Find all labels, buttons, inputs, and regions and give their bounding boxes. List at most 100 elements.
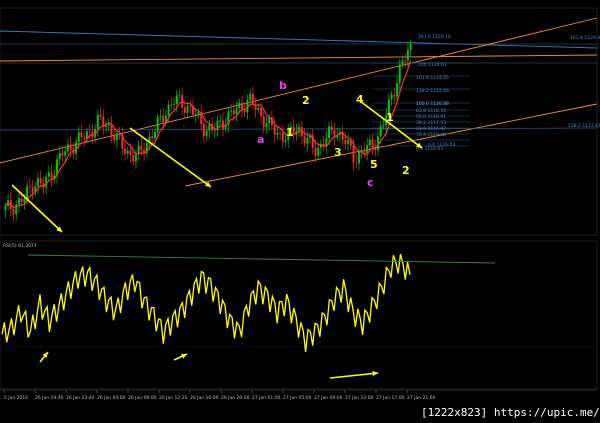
candle-body (257, 107, 260, 110)
candle-body (170, 104, 173, 106)
candle-body (99, 114, 102, 117)
candle-body (194, 114, 197, 115)
candle-body (173, 104, 175, 105)
candle-body (396, 83, 398, 97)
candle-body (243, 110, 246, 113)
candle-body (393, 94, 396, 97)
candle-body (366, 145, 369, 153)
candle-body (344, 139, 347, 144)
candle-body (379, 126, 382, 137)
candle-body (28, 186, 31, 188)
candle-body (230, 110, 233, 112)
candle-body (178, 94, 181, 96)
candle-body (124, 148, 126, 154)
fib-label-lower: 138.2 1127.61 (568, 123, 600, 129)
candle-body (358, 151, 360, 164)
wave-label-green: 5 (370, 158, 378, 171)
candle-body (77, 132, 80, 142)
candle-body (409, 44, 412, 51)
wave-label-green: 2 (302, 94, 310, 107)
fib-label-lower: 50.0 1118.01 (416, 114, 446, 120)
time-tick-label: 27 Jan 21:00 (407, 395, 436, 401)
time-tick-label: 27 Jan 05:00 (283, 395, 312, 401)
rsi-panel (0, 240, 598, 390)
candle-body (156, 117, 159, 132)
fib-label-lower: 100.0 1120.38 (416, 101, 449, 107)
candle-body (279, 132, 282, 134)
candle-body (175, 95, 178, 105)
candle-body (88, 131, 91, 133)
time-tick-label: 26 Jan 19:40 (35, 395, 64, 401)
candle-body (371, 139, 374, 148)
candle-body (232, 110, 235, 115)
candle-body (132, 155, 135, 162)
fib-label-upper: 200 1126.61 (418, 62, 447, 68)
wave-label-green: 4 (356, 93, 364, 106)
candle-body (113, 135, 116, 141)
wave-label-magenta: c (367, 176, 374, 189)
candle-body (162, 115, 165, 123)
candle-body (355, 162, 358, 164)
candle-body (20, 198, 23, 203)
candle-body (197, 111, 200, 115)
candle-body (398, 64, 401, 84)
candle-body (390, 94, 393, 100)
candle-body (222, 120, 224, 129)
candle-body (189, 106, 192, 107)
candle-body (39, 178, 42, 184)
candle-body (37, 178, 39, 187)
wave-label-green: 2 (402, 164, 410, 177)
time-tick-label: 26 Jan 12:20 (159, 395, 188, 401)
candle-body (404, 60, 407, 62)
candle-body (401, 60, 404, 65)
candle-body (58, 152, 61, 160)
candle-body (69, 144, 72, 150)
watermark-text: [1222x823] https://upic.me/ (421, 406, 600, 419)
time-axis: 5 Jan 2016 26 Jan 19:40 26 Jan 23:40 26 Jan… (0, 389, 597, 401)
fib-label-lower: 61.8 1118.55 (416, 108, 446, 114)
candle-body (205, 130, 208, 137)
candle-body (251, 93, 254, 105)
time-tick-label: 26 Jan 20:00 (221, 395, 250, 401)
time-tick-label: 26 Jan 23:40 (66, 395, 95, 401)
candle-body (183, 107, 186, 113)
wave-label-magenta: b (279, 79, 287, 92)
wave-label-magenta: a (257, 133, 264, 146)
fib-label-upper: 161.8 1129.43 (570, 35, 600, 41)
candle-body (151, 136, 154, 139)
candle-body (12, 209, 15, 215)
fib-label-upper: 161.8 1124.05 (416, 75, 449, 81)
candle-body (306, 137, 309, 144)
candle-body (330, 126, 333, 131)
fib-label-lower: 0.0 1116.03 (428, 142, 455, 148)
candle-body (382, 125, 385, 127)
candle-body (134, 154, 137, 162)
candle-body (303, 136, 306, 144)
candle-body (314, 147, 317, 156)
candle-body (298, 126, 301, 132)
candle-body (352, 145, 355, 163)
time-tick-label: 27 Jan 09:00 (314, 395, 343, 401)
time-tick-label: 27 Jan 13:00 (345, 395, 374, 401)
candle-body (249, 93, 252, 100)
candle-body (31, 187, 34, 193)
candle-body (260, 107, 262, 117)
fib-label-upper: 138.2 1122.06 (416, 88, 449, 94)
time-tick-label: 26 Jan 04:00 (97, 395, 126, 401)
candle-body (238, 102, 241, 108)
candle-body (66, 144, 69, 152)
candle-body (140, 145, 143, 150)
candle-body (219, 120, 222, 122)
wave-label-green: 3 (334, 146, 342, 159)
candle-body (317, 147, 320, 156)
candle-body (328, 126, 330, 139)
candle-body (368, 139, 371, 146)
candle-body (213, 130, 216, 132)
candle-body (45, 176, 48, 188)
time-tick-label: 26 Jan 16:00 (190, 395, 219, 401)
rsi-title: RSI(5) 81.3071 (3, 243, 37, 249)
candle-body (83, 137, 86, 139)
candle-body (129, 150, 132, 156)
wave-label-green: 1 (386, 111, 394, 124)
candle-body (186, 106, 189, 113)
